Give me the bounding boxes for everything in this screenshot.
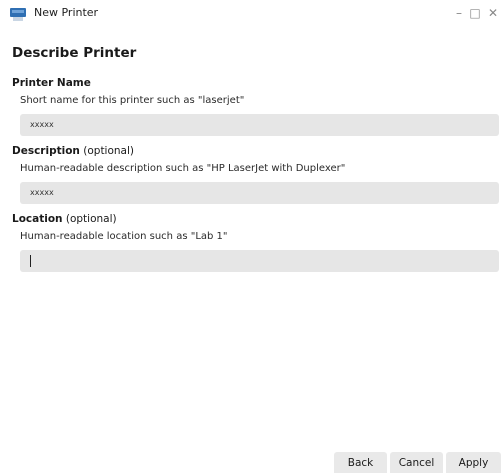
maximize-button[interactable]: □ [467, 4, 483, 22]
location-label-text: Location [12, 213, 63, 225]
minimize-button[interactable]: – [451, 4, 467, 22]
apply-button[interactable]: Apply [446, 452, 501, 473]
page-heading: Describe Printer [12, 45, 137, 61]
title-bar: New Printer – □ ✕ [0, 0, 501, 28]
location-optional-text: (optional) [62, 213, 117, 225]
window-title: New Printer [34, 6, 99, 19]
printer-name-hint: Short name for this printer such as "las… [20, 95, 245, 106]
description-value: xxxxx [30, 188, 54, 197]
location-hint: Human-readable location such as "Lab 1" [20, 231, 228, 242]
cancel-button[interactable]: Cancel [390, 452, 443, 473]
back-button[interactable]: Back [334, 452, 387, 473]
description-input[interactable]: xxxxx [20, 182, 499, 204]
printer-name-label: Printer Name [12, 77, 91, 89]
close-button[interactable]: ✕ [485, 4, 501, 22]
description-optional-text: (optional) [79, 145, 135, 157]
location-label: Location (optional) [12, 213, 117, 225]
printer-icon [10, 8, 26, 21]
description-label: Description (optional) [12, 145, 134, 157]
printer-name-value: xxxxx [30, 120, 54, 129]
printer-name-input[interactable]: xxxxx [20, 114, 499, 136]
printer-name-label-text: Printer Name [12, 77, 91, 89]
description-hint: Human-readable description such as "HP L… [20, 163, 346, 174]
description-label-text: Description [12, 145, 80, 157]
text-caret [30, 255, 31, 267]
location-input[interactable] [20, 250, 499, 272]
